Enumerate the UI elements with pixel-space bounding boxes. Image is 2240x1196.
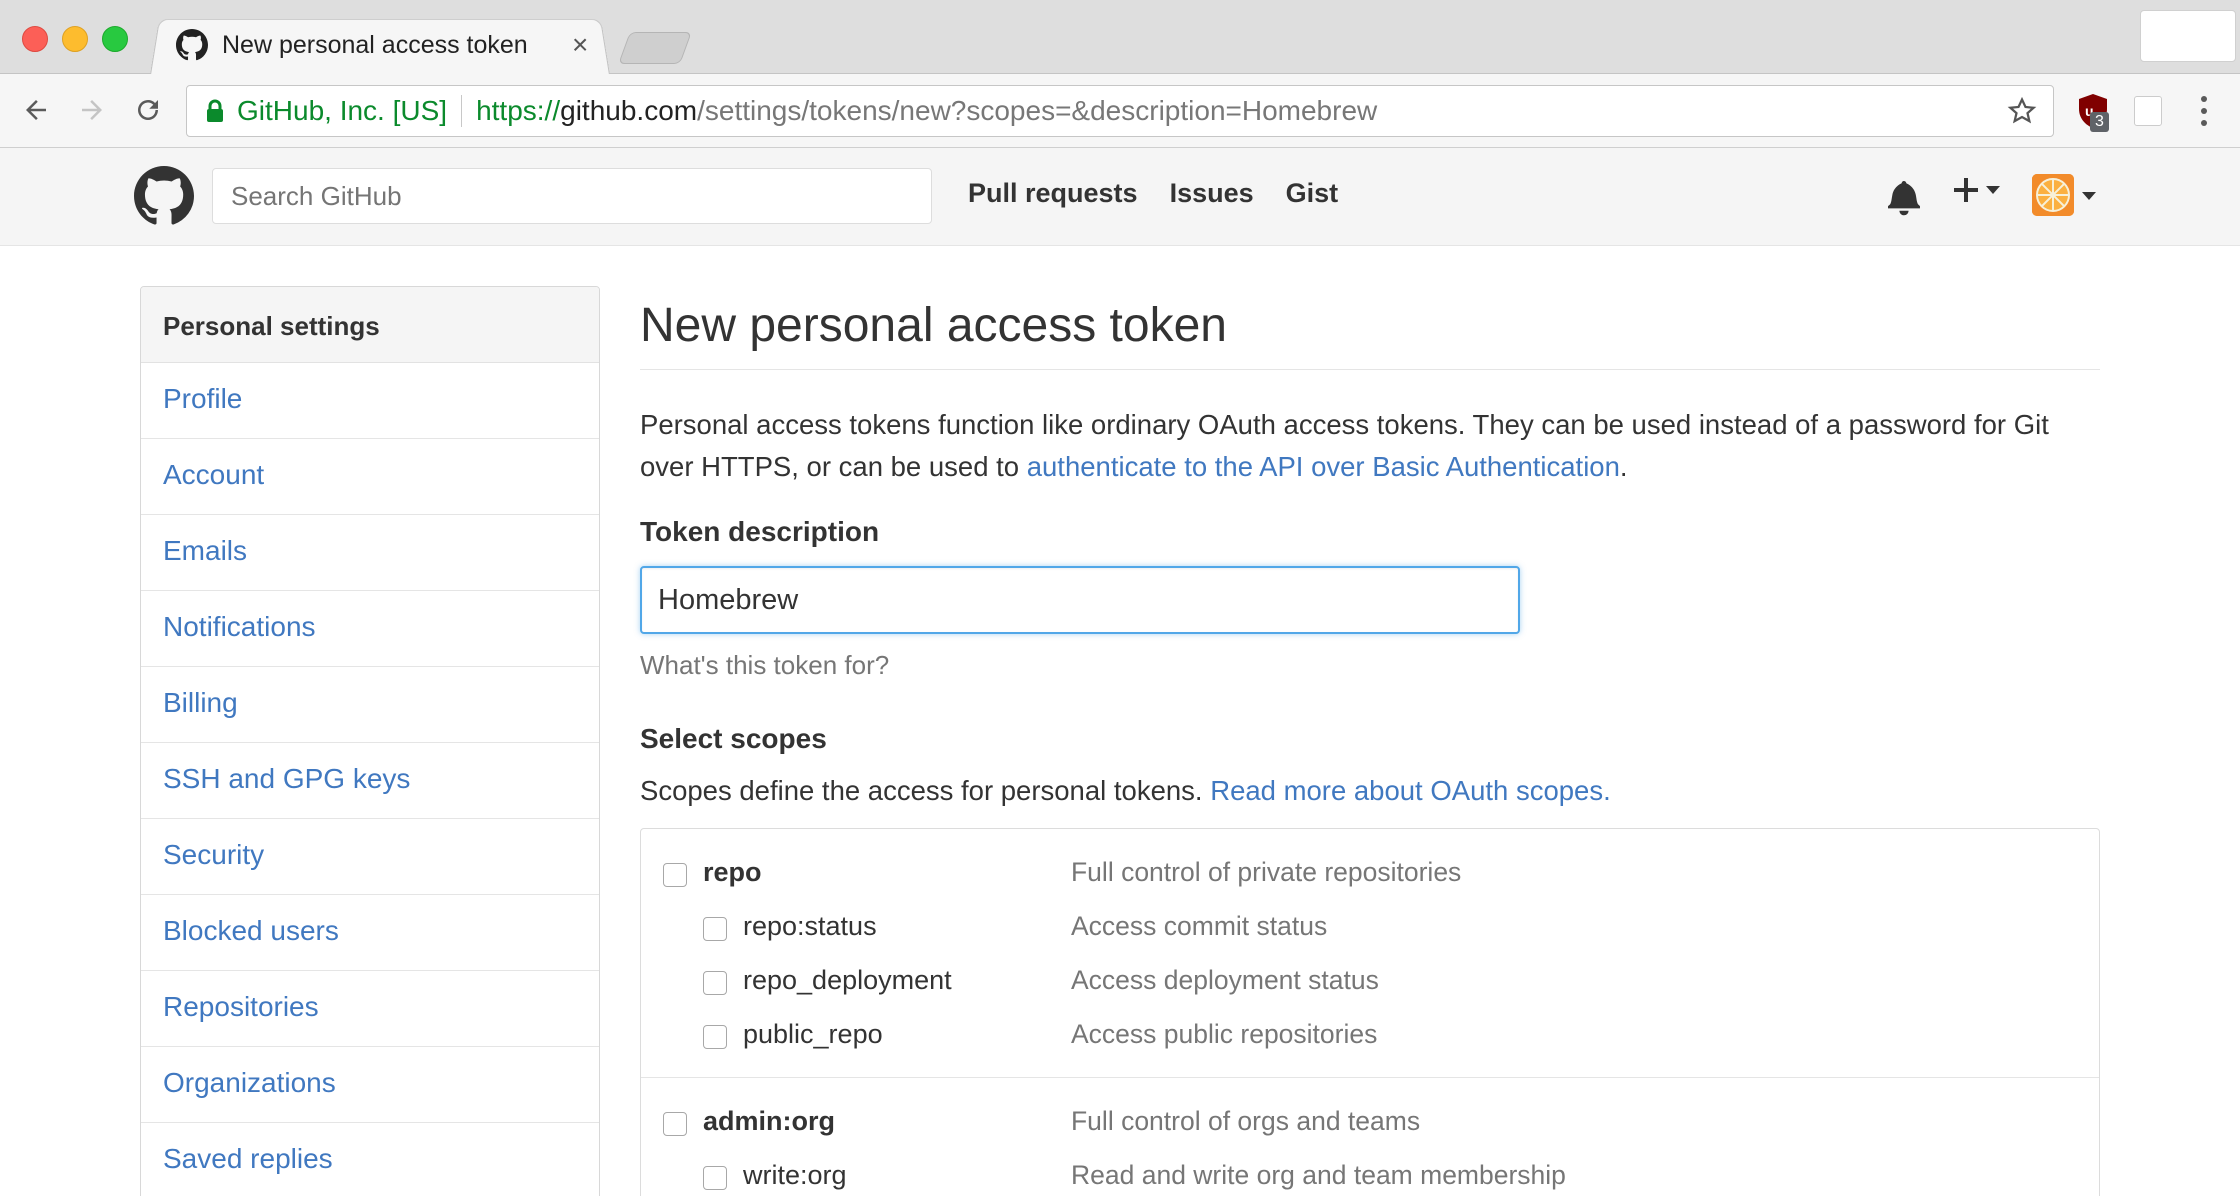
scope-checkbox-public-repo[interactable] — [703, 1025, 727, 1049]
sidebar-item-security[interactable]: Security — [141, 819, 599, 895]
extension-blank-icon[interactable] — [2134, 96, 2162, 126]
scope-row: repo Full control of private repositorie… — [641, 849, 2099, 903]
browser-profile-button[interactable] — [2140, 10, 2236, 62]
main-content: New personal access token Personal acces… — [640, 286, 2100, 1196]
browser-menu-icon[interactable] — [2194, 94, 2214, 128]
sidebar-item-profile[interactable]: Profile — [141, 363, 599, 439]
token-description-input[interactable] — [640, 566, 1520, 634]
header-nav: Pull requests Issues Gist — [968, 178, 1338, 209]
address-bar[interactable]: GitHub, Inc. [US] https://github.com/set… — [186, 85, 2054, 137]
bell-icon[interactable] — [1888, 178, 1920, 216]
scope-description: Full control of private repositories — [1071, 857, 1462, 887]
url-text: https://github.com/settings/tokens/new?s… — [476, 95, 1377, 127]
forward-button[interactable] — [72, 90, 112, 130]
search-input[interactable] — [212, 168, 932, 224]
address-separator — [461, 95, 463, 127]
minimize-window-button[interactable] — [62, 26, 88, 52]
basic-auth-link[interactable]: authenticate to the API over Basic Authe… — [1027, 451, 1620, 482]
sidebar-title: Personal settings — [141, 287, 599, 363]
scope-description: Access deployment status — [1071, 965, 1379, 995]
arrow-left-icon — [26, 100, 46, 120]
avatar-chevron-down-icon[interactable] — [2082, 192, 2096, 200]
nav-pull-requests[interactable]: Pull requests — [968, 178, 1138, 209]
plus-icon — [1954, 178, 1978, 202]
scope-group-admin-org: admin:org Full control of orgs and teams… — [641, 1078, 2099, 1196]
scope-name: write:org — [743, 1160, 847, 1190]
intro-paragraph: Personal access tokens function like ord… — [640, 404, 2100, 488]
sidebar-item-ssh-gpg-keys[interactable]: SSH and GPG keys — [141, 743, 599, 819]
maximize-window-button[interactable] — [102, 26, 128, 52]
sidebar-item-billing[interactable]: Billing — [141, 667, 599, 743]
tab-close-icon[interactable]: × — [572, 28, 588, 62]
scope-row: admin:org Full control of orgs and teams — [641, 1098, 2099, 1152]
scope-name: repo — [703, 857, 762, 887]
scope-description: Access commit status — [1071, 911, 1328, 941]
token-hint: What's this token for? — [640, 650, 890, 680]
scope-checkbox-repo-deployment[interactable] — [703, 971, 727, 995]
github-logo-icon[interactable] — [134, 166, 194, 226]
page-title: New personal access token — [640, 286, 2100, 370]
scope-description: Read and write org and team membership — [1071, 1160, 1566, 1190]
tab-title: New personal access token — [222, 30, 528, 59]
sidebar-item-blocked-users[interactable]: Blocked users — [141, 895, 599, 971]
scope-row: public_repo Access public repositories — [641, 1011, 2099, 1065]
back-button[interactable] — [16, 90, 56, 130]
scopes-intro: Scopes define the access for personal to… — [640, 775, 2100, 807]
reload-button[interactable] — [128, 90, 168, 130]
extension-badge: 3 — [2090, 112, 2109, 132]
nav-gist[interactable]: Gist — [1286, 178, 1339, 209]
sidebar-item-saved-replies[interactable]: Saved replies — [141, 1123, 599, 1196]
url-scheme: https:// — [476, 95, 561, 126]
security-org-name: GitHub, Inc. [US] — [237, 95, 448, 126]
oauth-scopes-link[interactable]: Read more about OAuth scopes. — [1210, 775, 1611, 806]
nav-issues[interactable]: Issues — [1170, 178, 1254, 209]
create-new-button[interactable] — [1952, 176, 2000, 204]
arrow-right-icon — [82, 100, 102, 120]
new-tab-button[interactable] — [618, 32, 692, 64]
scope-name: repo:status — [743, 911, 877, 941]
sidebar-item-repositories[interactable]: Repositories — [141, 971, 599, 1047]
bookmark-star-icon[interactable] — [2007, 96, 2037, 126]
scope-row: repo:status Access commit status — [641, 903, 2099, 957]
sidebar-item-account[interactable]: Account — [141, 439, 599, 515]
sidebar-item-organizations[interactable]: Organizations — [141, 1047, 599, 1123]
scope-checkbox-repo[interactable] — [663, 863, 687, 887]
scope-name: repo_deployment — [743, 965, 952, 995]
scope-row: repo_deployment Access deployment status — [641, 957, 2099, 1011]
scope-checkbox-admin-org[interactable] — [663, 1112, 687, 1136]
intro-end: . — [1619, 451, 1628, 482]
sidebar-item-notifications[interactable]: Notifications — [141, 591, 599, 667]
scopes-intro-text: Scopes define the access for personal to… — [640, 775, 1211, 806]
settings-sidebar: Personal settings Profile Account Emails… — [140, 286, 600, 1196]
active-tab-content: New personal access token — [176, 27, 528, 63]
scopes-list: repo Full control of private repositorie… — [640, 828, 2100, 1196]
url-host: github.com — [560, 95, 698, 126]
avatar[interactable] — [2032, 174, 2074, 216]
github-header: Pull requests Issues Gist — [0, 148, 2240, 246]
scope-description: Full control of orgs and teams — [1071, 1106, 1421, 1136]
scope-row: write:org Read and write org and team me… — [641, 1152, 2099, 1196]
sidebar-item-emails[interactable]: Emails — [141, 515, 599, 591]
scope-name: public_repo — [743, 1019, 883, 1049]
lock-icon — [207, 99, 223, 122]
token-description-label: Token description — [640, 516, 880, 547]
scope-description: Access public repositories — [1071, 1019, 1378, 1049]
url-path: /settings/tokens/new?scopes=&description… — [697, 95, 1378, 126]
orange-avatar-icon — [2032, 174, 2074, 216]
chevron-down-icon — [1986, 186, 2000, 194]
reload-icon — [138, 100, 158, 120]
scope-name: admin:org — [703, 1106, 835, 1136]
scope-checkbox-repo-status[interactable] — [703, 917, 727, 941]
scope-group-repo: repo Full control of private repositorie… — [641, 829, 2099, 1078]
browser-tab-bar: New personal access token × — [0, 0, 2240, 75]
browser-toolbar: GitHub, Inc. [US] https://github.com/set… — [0, 74, 2240, 148]
scope-checkbox-write-org[interactable] — [703, 1166, 727, 1190]
select-scopes-label: Select scopes — [640, 723, 827, 754]
github-favicon-icon — [176, 29, 208, 61]
close-window-button[interactable] — [22, 26, 48, 52]
